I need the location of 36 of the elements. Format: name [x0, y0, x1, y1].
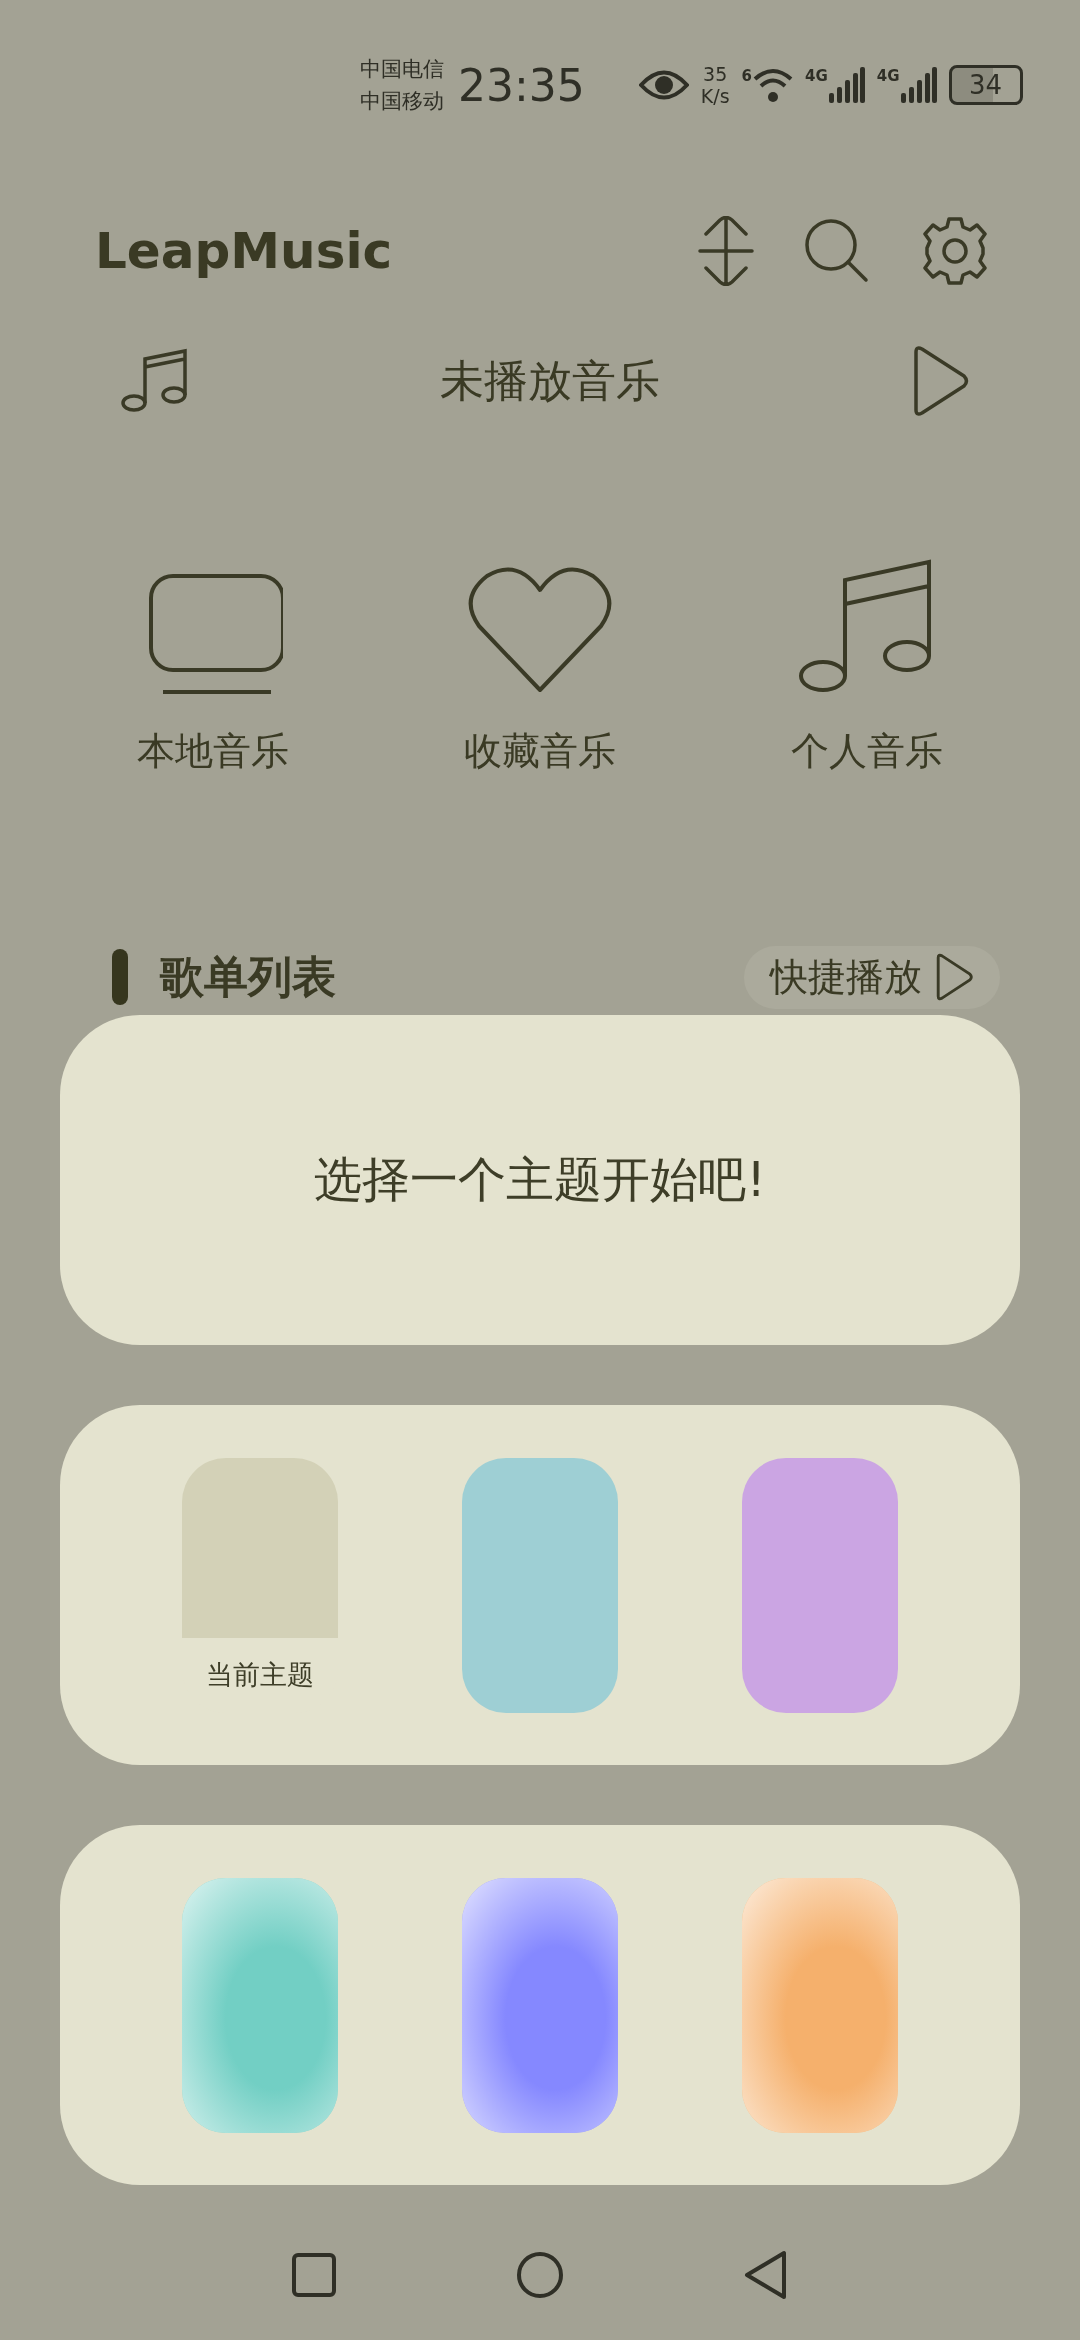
theme-swatch[interactable] [462, 1457, 618, 1713]
theme-swatch[interactable] [742, 1457, 898, 1713]
home-icon[interactable] [516, 2251, 564, 2299]
back-icon[interactable] [744, 2250, 788, 2300]
carrier-name: 中国移动 [360, 88, 444, 115]
category-button[interactable]: 收藏音乐 [464, 546, 616, 777]
section-title: 歌单列表 [160, 949, 336, 1004]
network-speed-value: 35 [703, 63, 728, 85]
network-type-label: 4G [805, 67, 828, 85]
signal-bars-icon [828, 67, 865, 103]
eye-icon [638, 68, 689, 102]
prompt-text: 选择一个主题开始吧! [314, 1150, 766, 1209]
clock-time: 23:35 [458, 59, 585, 111]
theme-swatch[interactable] [462, 1877, 618, 2133]
theme-swatch[interactable] [742, 1877, 898, 2133]
section-marker [112, 949, 128, 1005]
carrier-name: 中国电信 [360, 56, 444, 83]
app-title: LeapMusic [95, 222, 393, 280]
network-type-label: 4G [876, 67, 900, 85]
music-note-icon [120, 347, 188, 415]
search-icon[interactable] [804, 218, 870, 284]
now-playing-text: 未播放音乐 [440, 353, 660, 408]
quick-play-button[interactable]: 快捷播放 [744, 945, 1000, 1009]
battery-indicator: 34 [948, 65, 1023, 105]
expand-collapse-icon[interactable] [698, 216, 754, 286]
recents-icon[interactable] [292, 2253, 336, 2297]
wifi-label: 6 [741, 67, 752, 85]
category-button[interactable]: 本地音乐 [137, 546, 290, 777]
theme-swatch[interactable] [182, 1877, 338, 2133]
play-icon [936, 953, 974, 1001]
settings-icon[interactable] [920, 216, 990, 286]
wifi-icon [753, 67, 793, 103]
category-button[interactable]: 个人音乐 [790, 546, 943, 777]
play-icon[interactable] [912, 344, 970, 418]
network-speed-unit: K/s [700, 85, 730, 107]
signal-bars-icon [900, 67, 937, 103]
